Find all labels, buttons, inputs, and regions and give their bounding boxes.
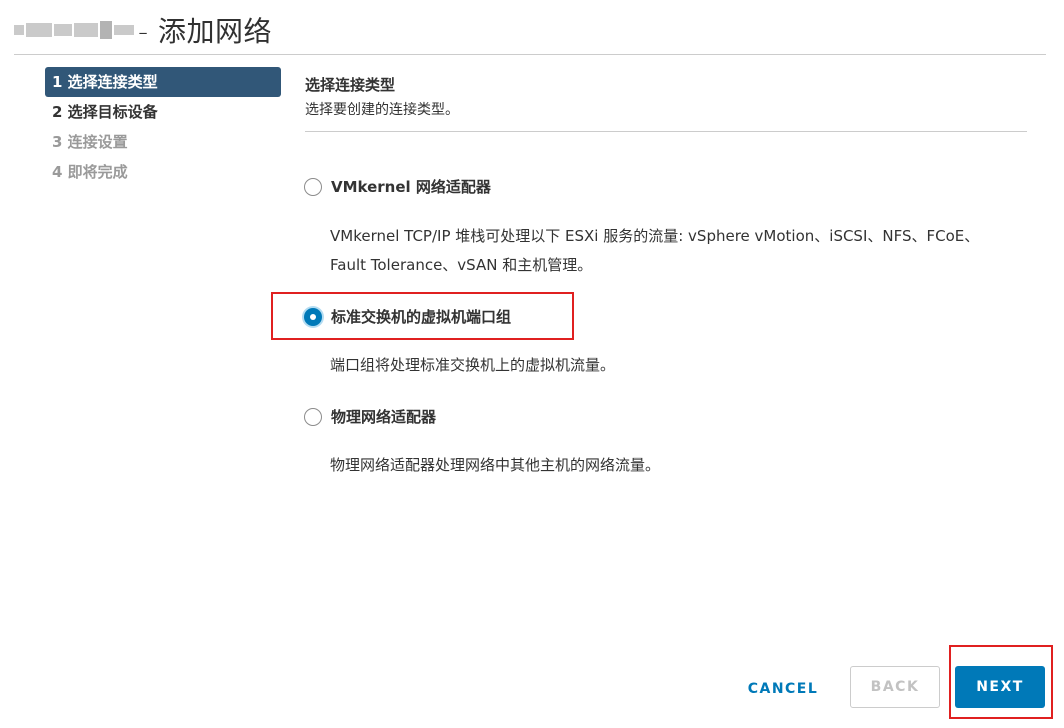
redacted-hostname bbox=[14, 21, 134, 39]
step-ready-to-complete: 4 即将完成 bbox=[52, 163, 128, 181]
dialog-header: - 添加网络 bbox=[14, 10, 272, 50]
wizard-steps: 1 选择连接类型 2 选择目标设备 3 连接设置 4 即将完成 bbox=[45, 67, 281, 187]
step-select-connection-type[interactable]: 1 选择连接类型 bbox=[45, 67, 281, 97]
option-vm-port-group[interactable]: 标准交换机的虚拟机端口组 bbox=[304, 306, 511, 327]
option-description: 物理网络适配器处理网络中其他主机的网络流量。 bbox=[330, 451, 1030, 480]
option-label: VMkernel 网络适配器 bbox=[331, 178, 491, 196]
step-title: 选择连接类型 bbox=[305, 76, 396, 94]
description-line: Fault Tolerance、vSAN 和主机管理。 bbox=[330, 256, 593, 274]
cancel-button[interactable]: CANCEL bbox=[737, 668, 829, 710]
dialog-title: - 添加网络 bbox=[138, 15, 273, 48]
option-label: 物理网络适配器 bbox=[331, 408, 437, 426]
back-button: BACK bbox=[850, 666, 940, 708]
step-subtitle: 选择要创建的连接类型。 bbox=[305, 102, 459, 118]
step-select-target-device[interactable]: 2 选择目标设备 bbox=[45, 97, 281, 127]
description-line: 端口组将处理标准交换机上的虚拟机流量。 bbox=[330, 356, 616, 374]
radio-unchecked-icon[interactable] bbox=[304, 177, 322, 196]
description-line: 物理网络适配器处理网络中其他主机的网络流量。 bbox=[330, 456, 661, 474]
header-divider bbox=[14, 54, 1046, 55]
radio-checked-icon[interactable] bbox=[304, 307, 322, 326]
option-description: VMkernel TCP/IP 堆栈可处理以下 ESXi 服务的流量: vSph… bbox=[330, 222, 1030, 280]
option-physical-adapter[interactable]: 物理网络适配器 bbox=[304, 406, 436, 427]
option-label: 标准交换机的虚拟机端口组 bbox=[331, 308, 512, 326]
radio-unchecked-icon[interactable] bbox=[304, 407, 322, 426]
next-button[interactable]: NEXT bbox=[955, 666, 1045, 708]
option-vmkernel-adapter[interactable]: VMkernel 网络适配器 bbox=[304, 176, 491, 197]
content-divider bbox=[305, 131, 1027, 132]
description-line: VMkernel TCP/IP 堆栈可处理以下 ESXi 服务的流量: vSph… bbox=[330, 227, 980, 245]
option-description: 端口组将处理标准交换机上的虚拟机流量。 bbox=[330, 351, 1030, 380]
step-content-header: 选择连接类型 选择要创建的连接类型。 bbox=[305, 72, 1027, 122]
step-connection-settings: 3 连接设置 bbox=[52, 133, 128, 151]
